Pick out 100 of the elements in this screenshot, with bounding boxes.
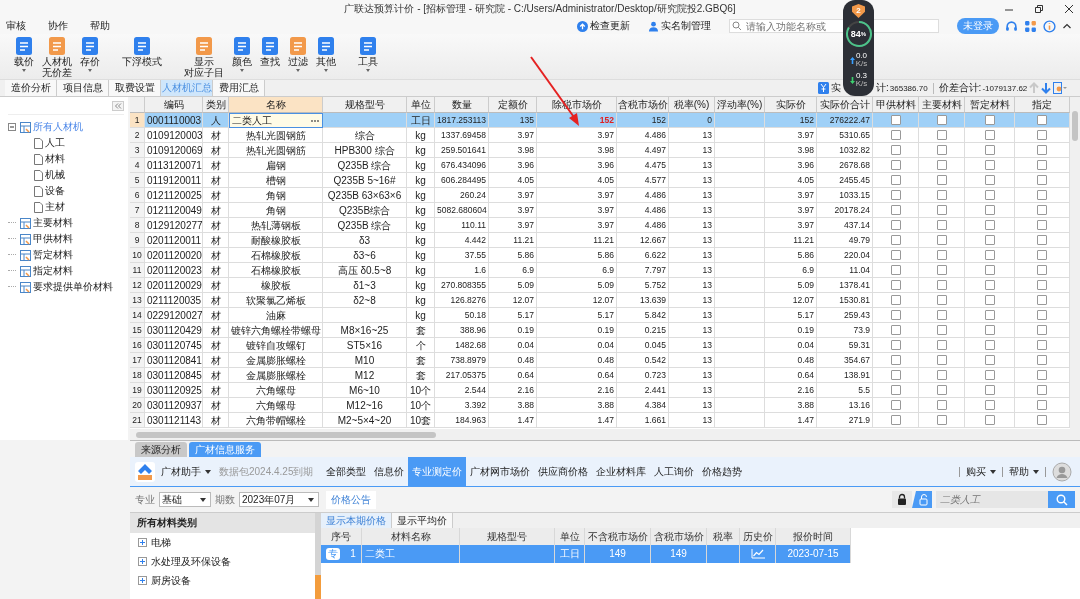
checkbox[interactable]: [936, 310, 947, 320]
toolbar-button[interactable]: 下浮模式: [120, 34, 164, 67]
up-arrow-icon[interactable]: [1029, 82, 1040, 94]
column-header[interactable]: 实际价: [765, 97, 817, 113]
checkbox[interactable]: [936, 400, 947, 410]
checkbox[interactable]: [984, 205, 995, 215]
tree-item[interactable]: 设备: [45, 184, 65, 198]
checkbox[interactable]: [890, 295, 901, 305]
checkbox[interactable]: [984, 190, 995, 200]
checkbox[interactable]: [936, 295, 947, 305]
toolbar-button[interactable]: 过滤: [286, 34, 310, 72]
checkbox[interactable]: [1037, 385, 1047, 395]
collapse-panel-button[interactable]: [112, 101, 124, 111]
column-header[interactable]: 实际价合计: [817, 97, 873, 113]
nav-tab[interactable]: 广材网市场价: [465, 457, 534, 486]
toolbar-button[interactable]: 查找: [258, 34, 282, 67]
checkbox[interactable]: [984, 145, 995, 155]
tab[interactable]: 取费设置: [109, 80, 161, 96]
checkbox[interactable]: [984, 310, 995, 320]
column-header[interactable]: 暂定材料: [965, 97, 1015, 113]
checkbox[interactable]: [890, 145, 901, 155]
checkbox[interactable]: [890, 175, 901, 185]
checkbox[interactable]: [936, 370, 947, 380]
checkbox[interactable]: [890, 340, 901, 350]
toolbar-button[interactable]: 载价: [12, 34, 36, 72]
category-item[interactable]: 水处理及环保设备: [151, 554, 231, 569]
checkbox[interactable]: [890, 205, 901, 215]
checkbox[interactable]: [890, 325, 901, 335]
tree-item[interactable]: 所有人材机: [33, 120, 83, 134]
checkbox[interactable]: [984, 385, 995, 395]
nav-tab[interactable]: 供应商价格: [533, 457, 592, 486]
column-header[interactable]: 类别: [203, 97, 229, 113]
checkbox[interactable]: [984, 175, 995, 185]
column-header[interactable]: 编码: [145, 97, 203, 113]
nav-tab[interactable]: 价格趋势: [697, 457, 746, 486]
restore-icon[interactable]: [1034, 4, 1044, 14]
nav-tab[interactable]: 人工询价: [649, 457, 698, 486]
tree-item[interactable]: 主材: [45, 200, 65, 214]
tab[interactable]: 项目信息: [57, 80, 109, 96]
checkbox[interactable]: [936, 325, 947, 335]
checkbox[interactable]: [984, 250, 995, 260]
collapse-icon[interactable]: [8, 123, 16, 131]
checkbox[interactable]: [936, 175, 947, 185]
tree-item[interactable]: 主要材料: [33, 216, 73, 230]
apps-icon[interactable]: [1024, 19, 1037, 33]
toolbar-button[interactable]: 存价: [78, 34, 102, 72]
tab[interactable]: 费用汇总: [213, 80, 265, 96]
checkbox[interactable]: [1037, 115, 1047, 125]
checkbox[interactable]: [984, 400, 995, 410]
checkbox[interactable]: [890, 400, 901, 410]
checkbox[interactable]: [984, 325, 995, 335]
checkbox[interactable]: [890, 220, 901, 230]
checkbox[interactable]: [1037, 265, 1047, 275]
checkbox[interactable]: [1037, 175, 1047, 185]
checkbox[interactable]: [1037, 250, 1047, 260]
menu-item[interactable]: 帮助: [90, 19, 110, 33]
column-header[interactable]: 税率: [707, 528, 740, 545]
checkbox[interactable]: [984, 295, 995, 305]
checkbox[interactable]: [890, 265, 901, 275]
tree-item[interactable]: 人工: [45, 136, 65, 150]
checkbox[interactable]: [984, 355, 995, 365]
checkbox[interactable]: [1037, 310, 1047, 320]
column-header[interactable]: 指定: [1015, 97, 1070, 113]
checkbox[interactable]: [1037, 415, 1047, 425]
tab[interactable]: 来源分析: [135, 442, 187, 457]
expand-icon[interactable]: [138, 576, 147, 585]
tree-item[interactable]: 要求提供单价材料: [33, 280, 113, 294]
toolbar-button[interactable]: 人材机 无价差: [40, 34, 74, 78]
checkbox[interactable]: [1037, 280, 1047, 290]
column-header[interactable]: 含税市场价: [617, 97, 669, 113]
column-header[interactable]: 报价时间: [776, 528, 851, 545]
lock-icon[interactable]: [892, 491, 912, 508]
checkbox[interactable]: [984, 340, 995, 350]
checkbox[interactable]: [1037, 400, 1047, 410]
checkbox[interactable]: [936, 265, 947, 275]
checkbox[interactable]: [1037, 145, 1047, 155]
checkbox[interactable]: [890, 235, 901, 245]
checkbox[interactable]: [936, 385, 947, 395]
category-item[interactable]: 厨房设备: [151, 573, 191, 588]
checkbox[interactable]: [1037, 340, 1047, 350]
major-select[interactable]: 基础: [159, 492, 211, 507]
column-header[interactable]: 单位: [555, 528, 585, 545]
settings-icon[interactable]: [1053, 82, 1068, 94]
checkbox[interactable]: [890, 130, 901, 140]
toolbar-button[interactable]: 工具: [356, 34, 380, 72]
checkbox[interactable]: [1037, 130, 1047, 140]
checkbox[interactable]: [890, 190, 901, 200]
checkbox[interactable]: [936, 130, 947, 140]
nav-tab[interactable]: 全部类型: [321, 457, 370, 486]
checkbox[interactable]: [936, 250, 947, 260]
checkbox[interactable]: [936, 160, 947, 170]
toolbar-button[interactable]: 颜色: [230, 34, 254, 72]
more-icon[interactable]: [310, 118, 320, 123]
collapse-handle[interactable]: [315, 513, 321, 599]
chart-icon[interactable]: [750, 549, 765, 559]
checkbox[interactable]: [890, 280, 901, 290]
help-menu[interactable]: 帮助: [1009, 464, 1039, 479]
close-icon[interactable]: [1064, 4, 1074, 14]
nav-tab[interactable]: 信息价: [369, 457, 408, 486]
checkbox[interactable]: [936, 235, 947, 245]
